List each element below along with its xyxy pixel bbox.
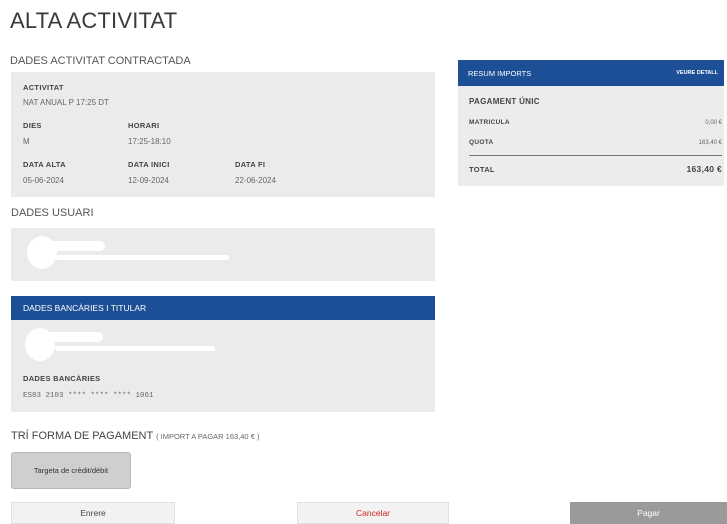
schedule-value: 17:25-18:10 <box>128 137 171 146</box>
page-title: ALTA ACTIVITAT <box>10 8 178 33</box>
date-alta-value: 05-06-2024 <box>23 176 64 185</box>
iban-value: ES83 2103 **** **** **** 1061 <box>23 392 154 400</box>
total-value: 163,40 € <box>686 164 722 174</box>
payment-method-heading: TRÍ FORMA DE PAGAMENT ( IMPORT A PAGAR 1… <box>11 430 259 442</box>
bank-header: DADES BANCÀRIES I TITULAR <box>11 296 435 320</box>
quota-label: QUOTA <box>469 139 494 146</box>
matricula-value: 0,00 € <box>705 119 722 126</box>
user-section-title: DADES USUARI <box>11 207 94 219</box>
pay-button[interactable]: Pagar <box>570 502 727 524</box>
summary-panel: RESUM IMPORTS VEURE DETALL PAGAMENT ÚNIC… <box>458 60 724 186</box>
matricula-row: MATRICULA 0,00 € <box>469 119 722 126</box>
import-note: ( IMPORT A PAGAR 163,40 € ) <box>156 432 260 441</box>
bank-panel: DADES BANCÀRIES ES83 2103 **** **** ****… <box>11 320 435 412</box>
bank-data-label: DADES BANCÀRIES <box>23 374 101 383</box>
redacted-text <box>55 346 215 351</box>
total-row: TOTAL 163,40 € <box>469 164 722 174</box>
summary-header-title: RESUM IMPORTS <box>468 69 532 78</box>
date-end-value: 22-06-2024 <box>235 176 276 185</box>
card-payment-button[interactable]: Targeta de crèdit/dèbit <box>11 452 131 489</box>
days-value: M <box>23 137 30 146</box>
bank-header-label: DADES BANCÀRIES I TITULAR <box>23 303 147 313</box>
summary-divider <box>469 155 722 156</box>
activity-panel: ACTIVITAT NAT ANUAL P 17:25 DT DIES M HO… <box>11 72 435 197</box>
date-alta-label: DATA ALTA <box>23 160 66 169</box>
cancel-button[interactable]: Cancelar <box>297 502 449 524</box>
matricula-label: MATRICULA <box>469 119 510 126</box>
back-button[interactable]: Enrere <box>11 502 175 524</box>
activity-label: ACTIVITAT <box>23 83 64 92</box>
payment-method-title: TRÍ FORMA DE PAGAMENT <box>11 430 153 442</box>
redacted-text <box>55 255 229 260</box>
quota-row: QUOTA 163,40 € <box>469 139 722 146</box>
total-label: TOTAL <box>469 164 495 174</box>
days-label: DIES <box>23 121 42 130</box>
activity-section-title: DADES ACTIVITAT CONTRACTADA <box>10 55 191 67</box>
quota-value: 163,40 € <box>698 139 722 146</box>
activity-value: NAT ANUAL P 17:25 DT <box>23 98 109 107</box>
single-payment-label: PAGAMENT ÚNIC <box>469 97 540 106</box>
user-panel <box>11 228 435 281</box>
date-start-label: DATA INICI <box>128 160 170 169</box>
view-detail-link[interactable]: VEURE DETALL <box>676 70 718 76</box>
redacted-text <box>47 241 105 251</box>
date-start-value: 12-09-2024 <box>128 176 169 185</box>
schedule-label: HORARI <box>128 121 160 130</box>
redacted-text <box>45 332 103 342</box>
summary-header: RESUM IMPORTS VEURE DETALL <box>458 60 724 86</box>
date-end-label: DATA FI <box>235 160 266 169</box>
